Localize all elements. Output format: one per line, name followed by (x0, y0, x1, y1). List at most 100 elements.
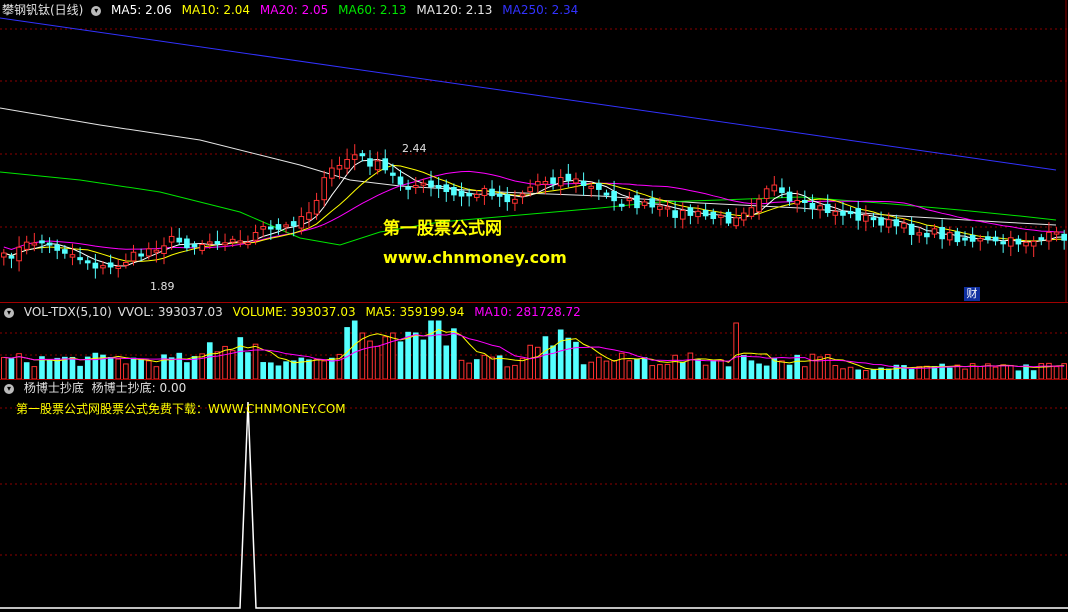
volume-bar (718, 359, 724, 379)
candle-body (176, 237, 183, 243)
volume-bar (580, 364, 587, 379)
volume-bar (260, 362, 267, 379)
candle-body (451, 187, 457, 196)
candle-body (496, 193, 503, 197)
volume-bar (313, 358, 320, 379)
volume-bar (237, 337, 244, 379)
volume-bar (184, 362, 190, 379)
volume-bar (779, 360, 785, 379)
volume-bar (687, 352, 694, 379)
volume-bar (634, 358, 640, 379)
volume-bar (946, 367, 953, 379)
candle-body (1046, 231, 1052, 242)
candle-body (443, 184, 450, 193)
candle-body (428, 180, 434, 188)
volume-bar (588, 361, 595, 379)
candle-body (596, 183, 602, 190)
candle-body (62, 249, 68, 254)
ma120-line (0, 107, 1057, 226)
candle-body (962, 237, 968, 241)
download-notice[interactable]: 第一股票公式网股票公式免费下载：WWW.CHNMONEY.COM (16, 400, 346, 417)
finance-badge[interactable]: 财 (964, 287, 980, 301)
ma20-line (3, 170, 1065, 250)
candle-body (153, 249, 160, 253)
volume-bar (740, 355, 747, 379)
candle-body (107, 262, 114, 268)
candle-body (985, 236, 991, 241)
volume-bar (710, 359, 717, 379)
volume-bar (374, 345, 381, 379)
candle-body (740, 212, 747, 221)
candle-body (130, 251, 137, 262)
volume-bar (672, 354, 678, 379)
candle-body (542, 180, 549, 185)
candle-body (405, 186, 411, 190)
volume-bar (847, 366, 854, 379)
volume-bar (473, 359, 480, 379)
candle-body (687, 207, 694, 216)
volume-bar (733, 322, 739, 379)
volume-bar (679, 361, 686, 379)
candle-body (313, 199, 320, 215)
volume-bar (138, 358, 144, 379)
candle-body (374, 160, 381, 171)
volume-bar (168, 357, 175, 379)
volume-bar (1, 356, 7, 379)
volume-bar (763, 365, 770, 379)
candle-body (733, 217, 739, 227)
candle-body (588, 185, 595, 189)
candle-body (748, 207, 755, 217)
candle-body (222, 242, 228, 246)
settings-circle-icon[interactable]: ▾ (4, 383, 14, 394)
candle-body (290, 221, 297, 227)
volume-panel[interactable]: ▾ VOL-TDX(5,10) VVOL: 393037.03 VOLUME: … (0, 303, 1068, 379)
volume-bar (512, 364, 518, 379)
volume-bar (565, 337, 572, 379)
price-panel[interactable]: 攀钢钒钛(日线) ▾ MA5: 2.06 MA10: 2.04 MA20: 2.… (0, 0, 1068, 302)
low-price-label: 1.89 (150, 280, 175, 293)
settings-circle-icon[interactable]: ▾ (4, 307, 14, 318)
volume-bar (1053, 366, 1060, 379)
candle-body (8, 255, 15, 259)
volume-bar (885, 368, 892, 379)
candle-body (77, 257, 83, 261)
candle-body (138, 253, 144, 257)
volume-bar (611, 360, 617, 379)
stock-title: 攀钢钒钛(日线) (2, 3, 84, 17)
volume-bar (1007, 364, 1014, 379)
candle-body (901, 222, 907, 229)
volume-bar (596, 356, 602, 379)
candle-body (840, 210, 846, 216)
volume-bar (283, 361, 289, 379)
volume-bar (855, 369, 862, 379)
candle-body (46, 242, 53, 246)
candle-body (603, 192, 610, 196)
candle-body (634, 195, 640, 209)
volume-bar (786, 364, 793, 379)
candle-body (893, 219, 900, 227)
volume-bar (809, 353, 816, 379)
volume-bar (298, 357, 305, 379)
volume-bar (794, 354, 800, 379)
volume-bar (92, 352, 99, 379)
candle-body (924, 232, 930, 238)
candle-body (1061, 233, 1068, 241)
settings-circle-icon[interactable]: ▾ (91, 5, 102, 16)
candle-body (199, 243, 205, 251)
volume-bar (504, 366, 511, 379)
volume-bar (405, 331, 411, 379)
volume-bar (535, 346, 541, 379)
candle-body (702, 209, 709, 217)
candle-body (1053, 231, 1060, 235)
volume-bar (977, 365, 984, 379)
candle-body (771, 184, 778, 192)
candle-body (229, 238, 236, 243)
candle-body (260, 226, 267, 230)
candle-body (657, 205, 663, 210)
candle-body (306, 212, 312, 220)
candle-body (84, 260, 91, 264)
candle-body (1015, 238, 1022, 245)
volume-bar (641, 357, 648, 379)
candle-body (565, 173, 572, 181)
candle-body (435, 184, 442, 189)
